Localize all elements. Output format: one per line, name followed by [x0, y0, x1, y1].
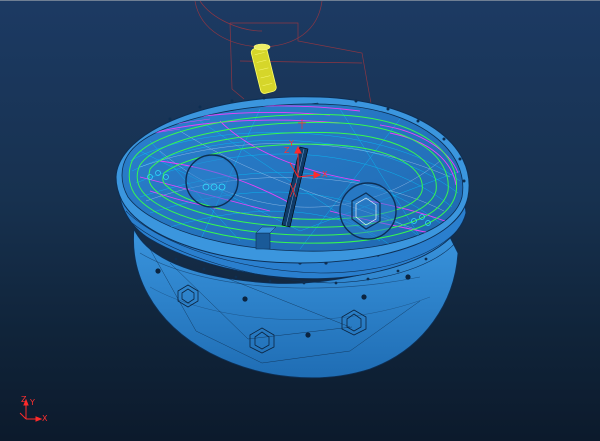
3d-viewport[interactable]: Y Z X Z Y X — [0, 0, 600, 441]
view-x-label: X — [42, 414, 48, 423]
tool-holder-wireframe — [194, 1, 373, 110]
view-y-label: Y — [30, 398, 35, 407]
workplane-z-label: Z — [284, 146, 290, 155]
pocket-boss-right — [339, 182, 397, 240]
workplane-y-label: Y — [289, 139, 294, 148]
pocket-boss-left — [185, 154, 239, 208]
workplane-x-label: X — [322, 170, 328, 179]
cutting-tool — [250, 43, 277, 94]
machining-scene[interactable] — [0, 1, 600, 441]
view-z-label: Z — [21, 395, 27, 404]
